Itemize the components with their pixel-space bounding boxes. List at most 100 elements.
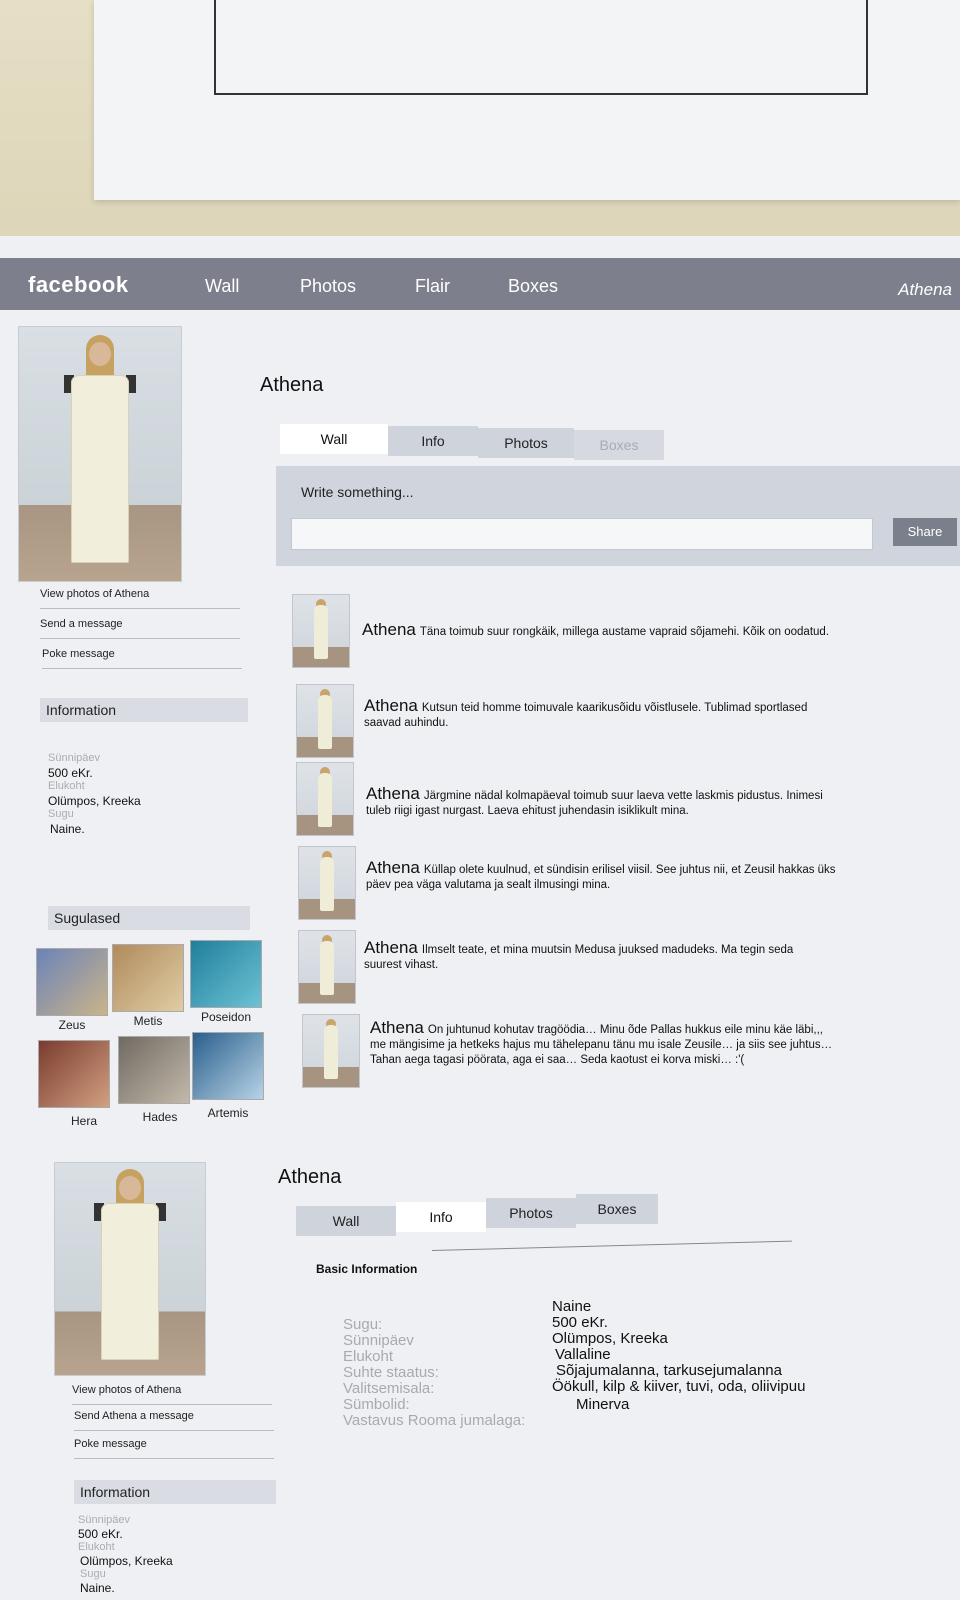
post-avatar[interactable] — [296, 684, 354, 758]
friend-name-metis[interactable]: Metis — [108, 1014, 188, 1028]
wall-composer: Write something... Share — [276, 466, 960, 566]
residence-label: Elukoht — [48, 780, 85, 792]
tab-info[interactable]: Info — [388, 426, 478, 456]
compose-input[interactable] — [291, 518, 873, 550]
gender-value: Naine. — [50, 822, 85, 836]
roman-equivalent-label: Vastavus Rooma jumalaga: — [343, 1412, 526, 1429]
friend-photo-hades[interactable] — [118, 1036, 190, 1104]
post-body: Ilmselt teate, et mina muutsin Medusa ju… — [364, 944, 794, 971]
residence-value: Olümpos, Kreeka — [48, 794, 141, 808]
wall-post: Athena Küllap olete kuulnud, et sündisin … — [366, 858, 836, 893]
view-photos-link[interactable]: View photos of Athena — [40, 588, 240, 609]
profile-photo[interactable] — [18, 326, 182, 582]
wall-post: Athena Täna toimub suur rongkäik, millega… — [362, 620, 832, 640]
post-author[interactable]: Athena — [362, 620, 416, 639]
information-header: Information — [40, 698, 248, 722]
birthday-label: Sünnipäev — [48, 752, 100, 764]
tab-boxes-info-page[interactable]: Boxes — [576, 1194, 658, 1224]
birthday-label: Sünnipäev — [343, 1332, 414, 1349]
gender-label: Sugu — [48, 808, 74, 820]
post-avatar[interactable] — [292, 594, 350, 668]
avatar-body — [318, 695, 332, 749]
relatives-header: Sugulased — [48, 906, 250, 930]
tab-boxes[interactable]: Boxes — [574, 430, 664, 460]
top-navigation-bar: facebook Wall Photos Flair Boxes Athena — [0, 258, 960, 310]
friend-name-poseidon[interactable]: Poseidon — [186, 1010, 266, 1024]
gender-label: Sugu: — [343, 1316, 383, 1333]
avatar-body — [318, 773, 332, 827]
basic-information-title: Basic Information — [316, 1262, 418, 1276]
nav-boxes[interactable]: Boxes — [508, 276, 558, 297]
nav-photos[interactable]: Photos — [300, 276, 356, 297]
compose-label: Write something... — [301, 484, 414, 500]
post-body: Küllap olete kuulnud, et sündisin erilis… — [366, 864, 836, 891]
symbols-label: Sümbolid: — [343, 1396, 410, 1413]
tab-wall[interactable]: Wall — [280, 424, 388, 454]
friend-name-hera[interactable]: Hera — [44, 1114, 124, 1128]
post-author[interactable]: Athena — [370, 1018, 424, 1037]
relationship-value: Vallaline — [555, 1346, 611, 1363]
post-author[interactable]: Athena — [366, 784, 420, 803]
profile-name: Athena — [260, 374, 324, 396]
post-author[interactable]: Athena — [364, 696, 418, 715]
friend-photo-poseidon[interactable] — [190, 940, 262, 1008]
poke-message-link[interactable]: Poke message — [42, 648, 242, 669]
tab-photos[interactable]: Photos — [478, 428, 574, 458]
profile-photo-head — [119, 1175, 141, 1200]
avatar-body — [324, 1025, 338, 1079]
birthday-value: 500 eKr. — [48, 766, 93, 780]
friend-name-zeus[interactable]: Zeus — [32, 1018, 112, 1032]
profile-name-info-page: Athena — [278, 1166, 342, 1188]
residence-value-info-page: Olümpos, Kreeka — [80, 1554, 173, 1568]
post-avatar[interactable] — [298, 930, 356, 1004]
wall-post: Athena Kutsun teid homme toimuvale kaarik… — [364, 696, 834, 731]
avatar-body — [320, 941, 334, 995]
friend-photo-zeus[interactable] — [36, 948, 108, 1016]
wall-post: Athena Järgmine nädal kolmapäeval toimub … — [366, 784, 836, 819]
residence-value: Olümpos, Kreeka — [552, 1330, 668, 1347]
upper-paper-sheet — [94, 0, 960, 200]
information-header-info-page: Information — [74, 1480, 276, 1504]
post-body: Täna toimub suur rongkäik, millega austa… — [419, 626, 830, 638]
gender-value-info-page: Naine. — [80, 1581, 115, 1595]
nav-user-name[interactable]: Athena — [898, 280, 952, 300]
symbols-value: Öökull, kilp & kiiver, tuvi, oda, oliivi… — [552, 1378, 806, 1395]
post-avatar[interactable] — [298, 846, 356, 920]
site-logo[interactable]: facebook — [28, 272, 129, 298]
post-body: Kutsun teid homme toimuvale kaarikusõidu… — [364, 702, 808, 729]
residence-label: Elukoht — [343, 1348, 394, 1365]
gender-label-info-page: Sugu — [80, 1568, 106, 1580]
birthday-value: 500 eKr. — [552, 1314, 608, 1331]
upper-paper-frame — [214, 0, 868, 95]
post-author[interactable]: Athena — [364, 938, 418, 957]
birthday-label-info-page: Sünnipäev — [78, 1514, 130, 1526]
profile-photo-dress — [101, 1203, 159, 1361]
post-author[interactable]: Athena — [366, 858, 420, 877]
send-message-link-info-page[interactable]: Send Athena a message — [74, 1410, 274, 1431]
nav-flair[interactable]: Flair — [415, 276, 450, 297]
friend-photo-metis[interactable] — [112, 944, 184, 1012]
send-message-link[interactable]: Send a message — [40, 618, 240, 639]
tab-info-info-page[interactable]: Info — [396, 1202, 486, 1232]
profile-photo-info-page[interactable] — [54, 1162, 206, 1376]
post-body: Järgmine nädal kolmapäeval toimub suur l… — [366, 790, 823, 817]
poke-message-link-info-page[interactable]: Poke message — [74, 1438, 274, 1459]
view-photos-link-info-page[interactable]: View photos of Athena — [72, 1384, 272, 1405]
avatar-body — [320, 857, 334, 911]
tab-wall-info-page[interactable]: Wall — [296, 1206, 396, 1236]
gender-value: Naine — [552, 1298, 592, 1315]
friend-photo-artemis[interactable] — [192, 1032, 264, 1100]
post-avatar[interactable] — [302, 1014, 360, 1088]
residence-label-info-page: Elukoht — [78, 1541, 115, 1553]
relationship-label: Suhte staatus: — [343, 1364, 439, 1381]
share-button[interactable]: Share — [893, 518, 957, 546]
nav-wall[interactable]: Wall — [205, 276, 239, 297]
avatar-body — [314, 605, 328, 659]
profile-photo-dress — [71, 375, 129, 564]
post-avatar[interactable] — [296, 762, 354, 836]
wall-post: Athena Ilmselt teate, et mina muutsin Med… — [364, 938, 834, 973]
post-body: On juhtunud kohutav tragöödia… Minu õde … — [370, 1024, 833, 1066]
friend-photo-hera[interactable] — [38, 1040, 110, 1108]
tab-photos-info-page[interactable]: Photos — [486, 1198, 576, 1228]
friend-name-artemis[interactable]: Artemis — [188, 1106, 268, 1120]
